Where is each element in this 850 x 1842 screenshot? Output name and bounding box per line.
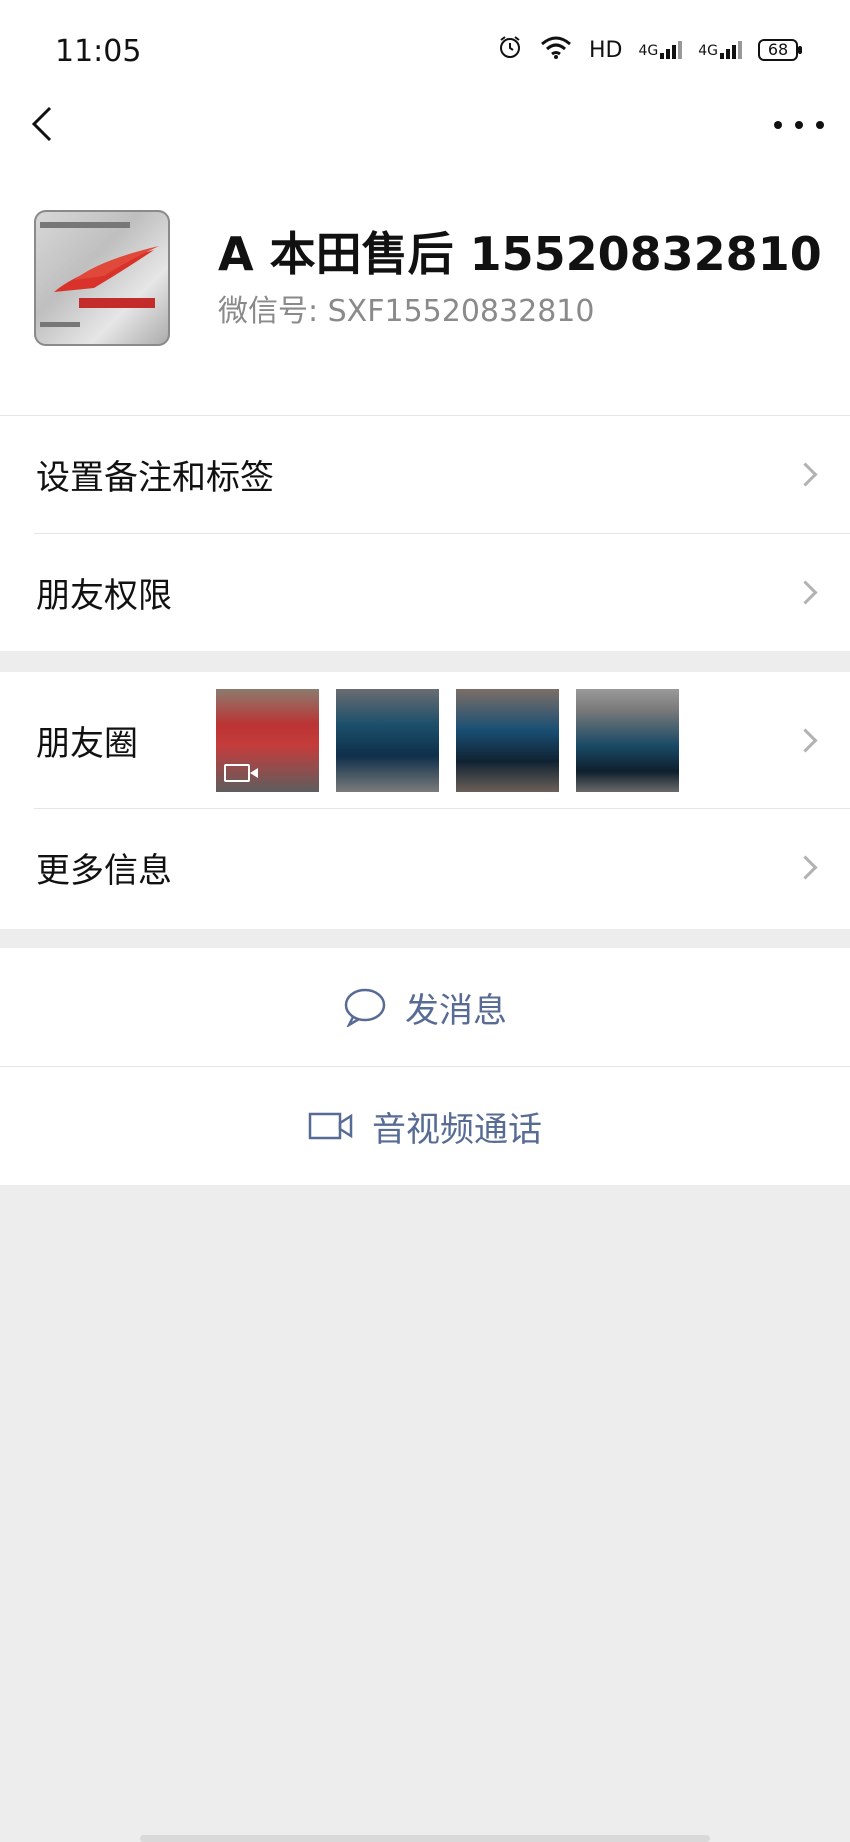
more-options-button[interactable] [774,110,824,140]
friend-permissions-label: 朋友权限 [36,575,172,616]
moments-row[interactable]: 朋友圈 [0,672,850,808]
moments-section: 朋友圈 更多信息 [0,672,850,929]
moment-thumbnail-4[interactable] [576,689,679,792]
honda-wing-logo-icon [40,222,159,327]
signal-label-2: 4G [698,43,718,59]
home-indicator [140,1835,710,1842]
moment-thumbnail-2[interactable] [336,689,439,792]
profile-header: A 本田售后 15520832810 微信号: SXF15520832810 [0,180,850,415]
moment-thumbnail-1[interactable] [216,689,319,792]
wifi-icon [539,34,573,66]
signal-4g-icon-2: 4G [698,41,742,59]
more-info-label: 更多信息 [36,850,172,891]
remark-tags-label: 设置备注和标签 [36,457,274,498]
friend-permissions-row[interactable]: 朋友权限 [0,533,850,651]
dot-icon [774,121,782,129]
status-icons: HD 4G 4G 68 [497,34,802,66]
back-button[interactable] [26,104,66,144]
remark-tags-row[interactable]: 设置备注和标签 [0,415,850,533]
chevron-right-icon [793,461,818,487]
hd-label: HD [588,37,623,63]
dot-icon [816,121,824,129]
send-message-button[interactable]: 发消息 [0,948,850,1066]
chat-bubble-icon [344,988,386,1027]
wechat-id: 微信号: SXF15520832810 [218,294,595,329]
contact-name: A 本田售后 15520832810 [218,227,822,281]
dot-icon [795,121,803,129]
settings-section: 设置备注和标签 朋友权限 [0,415,850,651]
signal-4g-icon-1: 4G [638,41,683,59]
video-call-button[interactable]: 音视频通话 [0,1067,850,1185]
alarm-icon [497,34,523,66]
battery-icon: 68 [758,39,802,61]
chevron-right-icon [793,727,818,753]
battery-level: 68 [767,40,789,59]
divider [0,415,850,416]
status-time: 11:05 [55,34,142,69]
moments-thumbnails [216,689,679,792]
video-camera-icon [308,1112,353,1140]
video-call-label: 音视频通话 [372,1109,542,1150]
video-icon [224,764,258,782]
chevron-right-icon [793,579,818,605]
avatar[interactable] [34,210,170,346]
more-info-row[interactable]: 更多信息 [0,808,850,926]
signal-label-1: 4G [638,43,659,59]
status-bar: 11:05 HD 4G 4G 68 [0,0,850,100]
back-arrow-icon [31,106,52,142]
send-message-label: 发消息 [405,990,507,1031]
moment-thumbnail-3[interactable] [456,689,559,792]
moments-label: 朋友圈 [36,723,138,764]
chevron-right-icon [793,854,818,880]
